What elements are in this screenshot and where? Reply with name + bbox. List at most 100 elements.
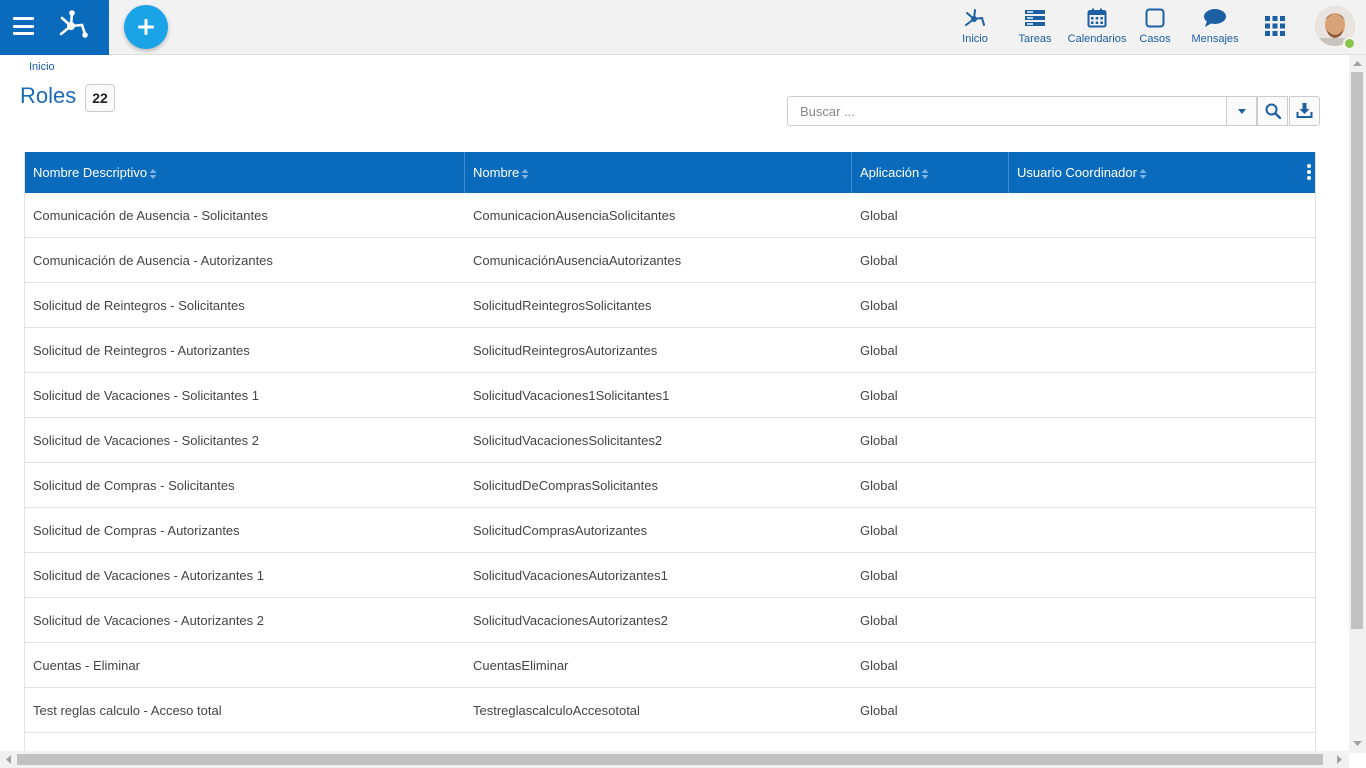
online-status-badge <box>1343 37 1356 50</box>
cell-aplicacion: Global <box>860 658 898 673</box>
search-dropdown-button[interactable] <box>1226 96 1257 126</box>
chat-icon <box>1204 9 1226 27</box>
cell-nombre: ComunicaciónAusenciaAutorizantes <box>473 253 682 268</box>
table-row[interactable]: Solicitud de Vacaciones - Autorizantes 2… <box>25 598 1315 643</box>
nav-casos-label: Casos <box>1139 33 1171 45</box>
table-row[interactable]: Test reglas calculo - Acceso total Testre… <box>25 688 1315 733</box>
horizontal-scroll-thumb[interactable] <box>17 754 1323 765</box>
cell-usuario-coordinador <box>1009 238 1017 283</box>
nav-casos[interactable]: Casos <box>1138 6 1172 50</box>
hamburger-menu-icon[interactable] <box>13 17 34 35</box>
cell-nombre: ComunicacionAusenciaSolicitantes <box>473 208 676 223</box>
column-header-usuario-coordinador[interactable]: Usuario Coordinador <box>1009 152 1299 193</box>
table-row[interactable]: Cuentas - Eliminar CuentasEliminar Global <box>25 643 1315 688</box>
cell-nombre: TestreglascalculoAccesototal <box>473 703 640 718</box>
cell-usuario-coordinador <box>1009 643 1017 688</box>
cell-nombre-descriptivo: Cuentas - Eliminar <box>33 658 140 673</box>
cell-nombre-descriptivo: Comunicación de Ausencia - Solicitantes <box>33 208 268 223</box>
cell-nombre: SolicitudComprasAutorizantes <box>473 523 648 538</box>
column-header-nombre-descriptivo[interactable]: Nombre Descriptivo <box>25 152 465 193</box>
nav-mensajes-label: Mensajes <box>1191 33 1239 45</box>
table-row[interactable]: Solicitud de Vacaciones - Solicitantes 2… <box>25 418 1315 463</box>
cell-usuario-coordinador <box>1009 688 1017 733</box>
breadcrumb[interactable]: Inicio <box>29 61 55 73</box>
table-row[interactable]: Solicitud de Vacaciones - Autorizantes 1… <box>25 553 1315 598</box>
cell-nombre-descriptivo: Solicitud de Vacaciones - Autorizantes 2 <box>33 613 265 628</box>
nav-inicio[interactable]: Inicio <box>958 6 992 50</box>
column-options-icon[interactable] <box>1307 164 1311 182</box>
caret-down-icon <box>1237 108 1246 114</box>
cell-nombre-descriptivo: Solicitud de Vacaciones - Solicitantes 1 <box>33 388 259 403</box>
table-row[interactable]: Solicitud de Compras - Autorizantes Solic… <box>25 508 1315 553</box>
sort-icon <box>521 168 529 179</box>
sort-icon <box>921 168 929 179</box>
nav-tareas[interactable]: Tareas <box>1016 6 1054 50</box>
search-button[interactable] <box>1257 96 1288 126</box>
table-header: Nombre Descriptivo Nombre Aplicación Usu… <box>25 152 1315 193</box>
table-row[interactable]: Solicitud de Compras - Solicitantes Solic… <box>25 463 1315 508</box>
download-button[interactable] <box>1289 96 1320 126</box>
cell-aplicacion: Global <box>860 388 898 403</box>
nav-calendarios[interactable]: Calendarios <box>1066 6 1128 50</box>
cell-nombre: SolicitudVacacionesSolicitantes2 <box>473 433 663 448</box>
cell-nombre: SolicitudVacacionesAutorizantes2 <box>473 613 668 628</box>
cell-nombre: SolicitudReintegrosAutorizantes <box>473 343 658 358</box>
cell-aplicacion: Global <box>860 343 898 358</box>
scroll-left-icon <box>6 755 11 764</box>
cell-nombre-descriptivo: Solicitud de Compras - Solicitantes <box>33 478 235 493</box>
cell-aplicacion: Global <box>860 253 898 268</box>
cell-usuario-coordinador <box>1009 373 1017 418</box>
cell-nombre-descriptivo: Solicitud de Vacaciones - Autorizantes 1 <box>33 568 265 583</box>
scroll-up-icon <box>1353 61 1362 66</box>
cell-aplicacion: Global <box>860 433 898 448</box>
horizontal-scrollbar[interactable] <box>0 751 1349 768</box>
cell-nombre-descriptivo: Solicitud de Vacaciones - Solicitantes 2 <box>33 433 259 448</box>
cell-aplicacion: Global <box>860 613 898 628</box>
cell-aplicacion: Global <box>860 523 898 538</box>
calendar-icon <box>1087 8 1107 28</box>
vertical-scroll-thumb[interactable] <box>1351 72 1363 629</box>
cell-nombre-descriptivo: Solicitud de Reintegros - Autorizantes <box>33 343 250 358</box>
table-row[interactable]: Comunicación de Ausencia - Solicitantes C… <box>25 193 1315 238</box>
column-header-nombre[interactable]: Nombre <box>465 152 852 193</box>
plus-icon <box>138 19 154 35</box>
logo-icon[interactable] <box>56 8 90 42</box>
search-icon <box>1265 103 1281 119</box>
scroll-down-icon <box>1353 741 1362 746</box>
cell-nombre-descriptivo: Solicitud de Compras - Autorizantes <box>33 523 240 538</box>
cell-aplicacion: Global <box>860 298 898 313</box>
cell-usuario-coordinador <box>1009 193 1017 238</box>
cell-usuario-coordinador <box>1009 598 1017 643</box>
column-header-label: Aplicación <box>860 165 920 180</box>
sort-icon <box>1139 168 1147 179</box>
add-new-button[interactable] <box>124 5 168 49</box>
cell-nombre: SolicitudReintegrosSolicitantes <box>473 298 652 313</box>
tasks-icon <box>1025 10 1045 26</box>
cell-usuario-coordinador <box>1009 418 1017 463</box>
nav-calendarios-label: Calendarios <box>1067 33 1127 45</box>
table-row[interactable]: Solicitud de Vacaciones - Solicitantes 1… <box>25 373 1315 418</box>
count-badge: 22 <box>85 84 115 112</box>
brand-area <box>0 0 109 55</box>
process-icon <box>965 9 985 26</box>
table-row[interactable]: Comunicación de Ausencia - Autorizantes C… <box>25 238 1315 283</box>
table-row[interactable]: Solicitud de Reintegros - Solicitantes So… <box>25 283 1315 328</box>
column-header-label: Nombre Descriptivo <box>33 165 148 180</box>
column-header-label: Usuario Coordinador <box>1017 165 1137 180</box>
vertical-scrollbar[interactable] <box>1349 55 1366 753</box>
column-header-aplicacion[interactable]: Aplicación <box>852 152 1009 193</box>
cases-icon <box>1145 8 1165 28</box>
nav-tareas-label: Tareas <box>1018 33 1052 45</box>
search-input[interactable] <box>787 96 1228 126</box>
scroll-right-icon <box>1337 755 1342 764</box>
download-icon <box>1296 103 1313 118</box>
nav-mensajes[interactable]: Mensajes <box>1190 6 1240 50</box>
cell-usuario-coordinador <box>1009 328 1017 373</box>
table-row[interactable]: Solicitud de Reintegros - Autorizantes So… <box>25 328 1315 373</box>
sort-icon <box>149 168 157 179</box>
cell-aplicacion: Global <box>860 703 898 718</box>
cell-usuario-coordinador <box>1009 553 1017 598</box>
cell-nombre: SolicitudDeComprasSolicitantes <box>473 478 658 493</box>
cell-usuario-coordinador <box>1009 463 1017 508</box>
apps-grid-icon[interactable] <box>1265 16 1285 36</box>
